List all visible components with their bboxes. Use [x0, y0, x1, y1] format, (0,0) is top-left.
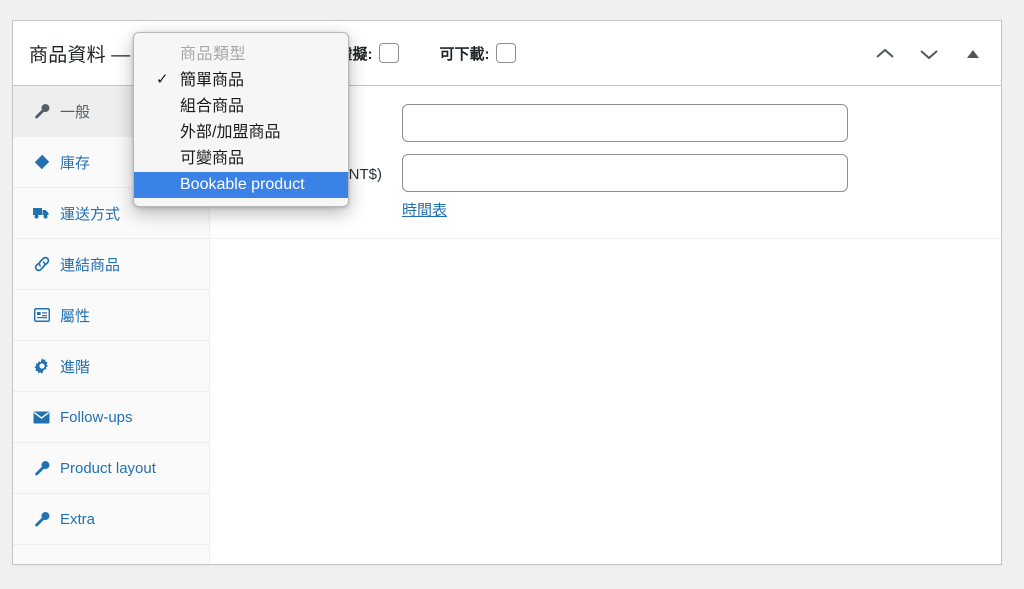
dropdown-option-bookable[interactable]: Bookable product — [134, 172, 348, 198]
tab-label: Extra — [60, 510, 96, 528]
chevron-up-icon — [875, 47, 895, 61]
dropdown-option-grouped[interactable]: 組合商品 — [134, 94, 348, 120]
link-icon — [33, 256, 50, 273]
chevron-down-icon — [919, 47, 939, 61]
virtual-checkbox[interactable] — [379, 43, 400, 63]
wrench-icon — [33, 460, 50, 477]
tab-label: 庫存 — [60, 154, 91, 172]
dropdown-option-simple[interactable]: ✓ 簡單商品 — [134, 68, 348, 94]
wrench-icon — [33, 103, 50, 120]
dropdown-option-external[interactable]: 外部/加盟商品 — [134, 120, 348, 146]
tab-product-layout[interactable]: Product layout — [13, 443, 209, 494]
regular-price-input[interactable] — [402, 104, 848, 142]
product-flags-group: 虛擬: 可下載: — [337, 43, 517, 64]
tab-label: 運送方式 — [60, 205, 121, 223]
tab-label: Follow-ups — [60, 408, 133, 426]
tab-label: Product layout — [60, 459, 156, 477]
move-up-button[interactable] — [871, 40, 899, 68]
triangle-up-icon — [966, 49, 980, 59]
tab-label: 一般 — [60, 103, 91, 121]
truck-icon — [33, 205, 50, 222]
downloadable-checkbox[interactable] — [496, 43, 517, 63]
tab-label: 連結商品 — [60, 256, 121, 274]
tab-attributes[interactable]: 屬性 — [13, 290, 209, 341]
dropdown-option-label: Bookable product — [180, 176, 305, 193]
tab-label: 屬性 — [60, 307, 91, 325]
move-down-button[interactable] — [915, 40, 943, 68]
product-data-metabox: 商品資料 — 簡單商品 虛擬: 可下載: 一般 庫存 運送方式 連結商品 屬性 … — [12, 20, 1002, 565]
sale-schedule-link[interactable]: 時間表 — [402, 199, 447, 220]
sale-price-input[interactable] — [402, 154, 848, 192]
tag-icon — [33, 154, 50, 171]
product-type-dropdown-menu[interactable]: 商品類型 ✓ 簡單商品 組合商品 外部/加盟商品 可變商品 Bookable p… — [133, 32, 349, 207]
dropdown-option-label: 組合商品 — [180, 98, 245, 115]
page-title: 商品資料 — — [29, 44, 131, 66]
dropdown-option-label: 可變商品 — [180, 150, 245, 167]
check-icon: ✓ — [156, 71, 169, 88]
metabox-header-actions — [871, 21, 987, 86]
dropdown-option-label: 簡單商品 — [180, 72, 245, 89]
tab-extra[interactable]: Extra — [13, 494, 209, 545]
dropdown-header: 商品類型 — [180, 46, 247, 63]
downloadable-checkbox-item[interactable]: 可下載: — [439, 43, 517, 64]
tab-advanced[interactable]: 進階 — [13, 341, 209, 392]
envelope-icon — [33, 409, 50, 426]
tab-label: 進階 — [60, 358, 91, 376]
dropdown-option-variable[interactable]: 可變商品 — [134, 146, 348, 172]
toggle-panel-button[interactable] — [959, 40, 987, 68]
general-tab-empty-area — [210, 239, 1001, 519]
dropdown-bottom-padding — [134, 198, 348, 202]
attributes-icon — [33, 307, 50, 324]
tab-linked-products[interactable]: 連結商品 — [13, 239, 209, 290]
downloadable-checkbox-label: 可下載: — [439, 45, 490, 63]
dropdown-option-label: 外部/加盟商品 — [180, 124, 281, 141]
gear-icon — [33, 358, 50, 375]
wrench-icon — [33, 511, 50, 528]
tab-follow-ups[interactable]: Follow-ups — [13, 392, 209, 443]
